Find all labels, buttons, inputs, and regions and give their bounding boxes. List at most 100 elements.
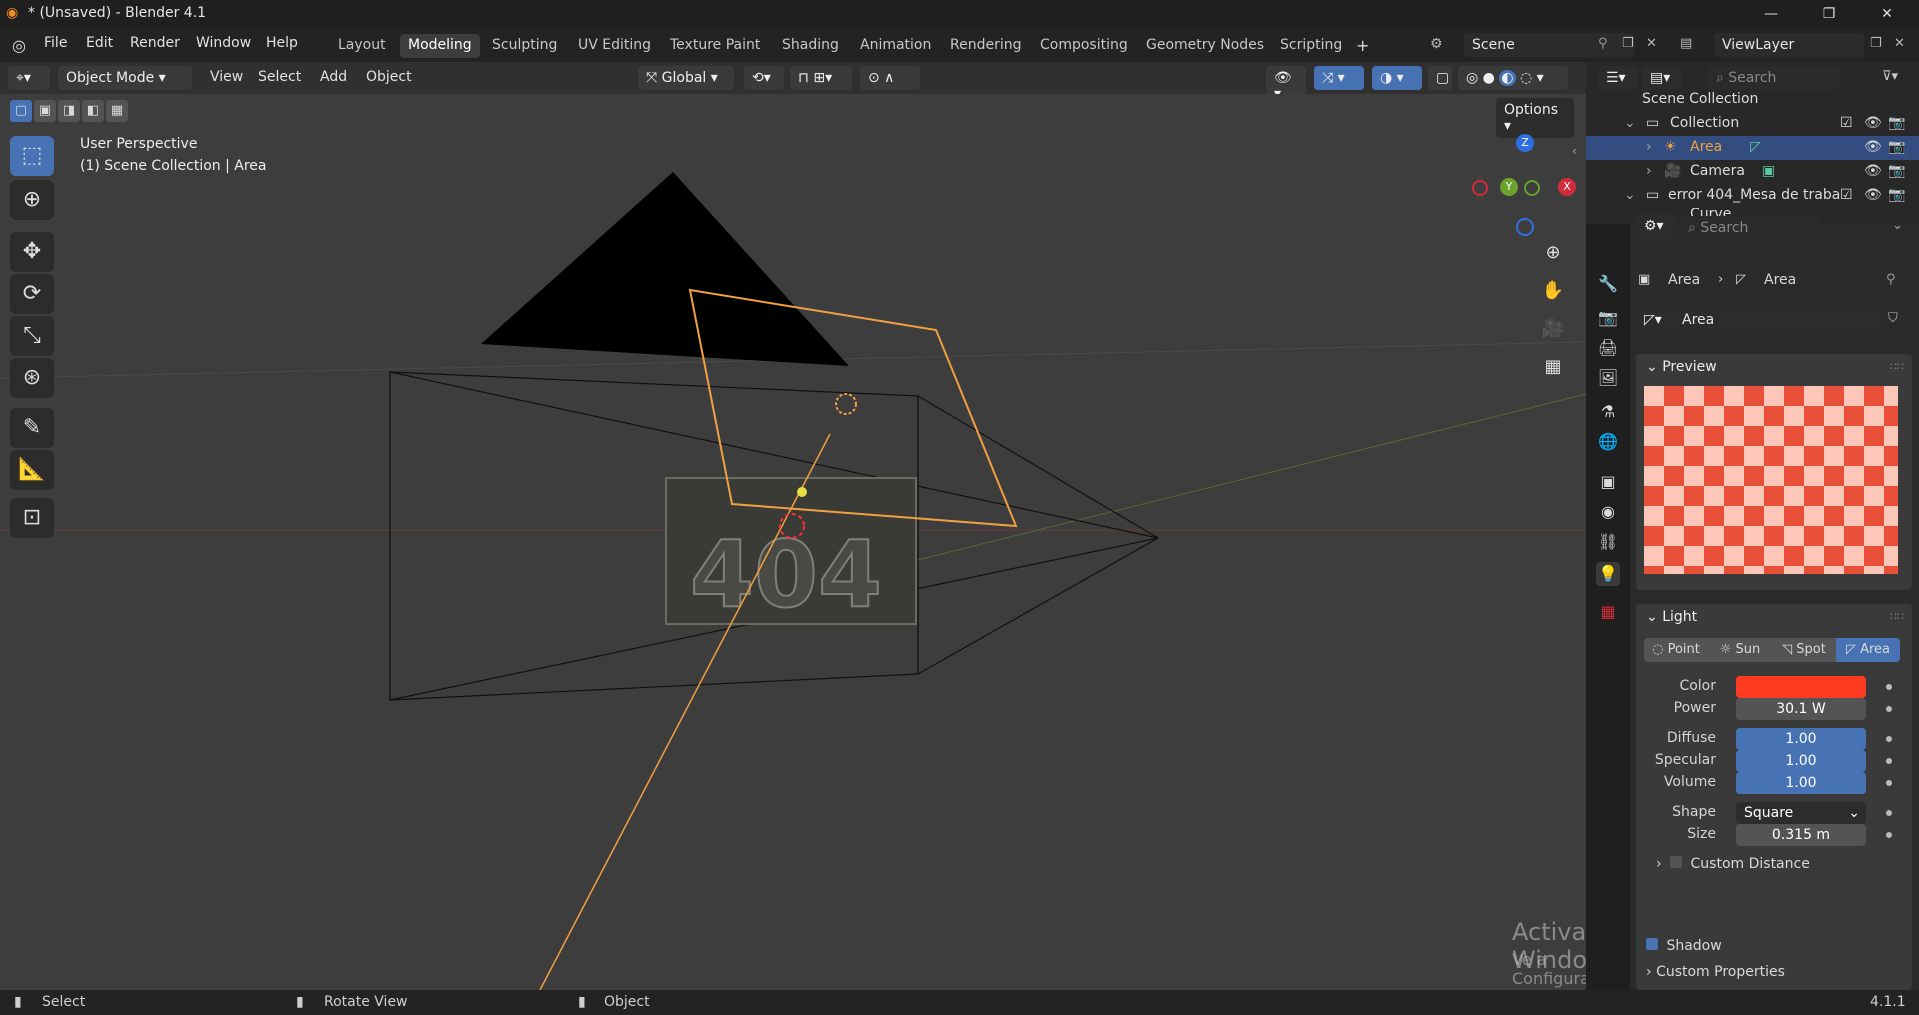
tab-compositing[interactable]: Compositing: [1032, 34, 1136, 58]
physics-tab-icon[interactable]: ◉: [1596, 500, 1620, 524]
scene-tab-icon[interactable]: ⚗: [1596, 400, 1620, 424]
z-axis-icon[interactable]: Z: [1516, 134, 1534, 152]
display-mode-icon[interactable]: ▤▾: [1642, 66, 1682, 90]
keyframe-dot-icon[interactable]: [1886, 780, 1892, 786]
world-tab-icon[interactable]: 🌐: [1596, 430, 1620, 454]
menu-edit[interactable]: Edit: [86, 35, 113, 51]
keyframe-dot-icon[interactable]: [1886, 758, 1892, 764]
delete-viewlayer-icon[interactable]: ✕: [1894, 36, 1905, 51]
checkbox-icon[interactable]: ☑: [1840, 187, 1853, 203]
transform-orientation-dropdown[interactable]: ⤧ Global ▾: [638, 66, 734, 90]
scene-name-field[interactable]: Scene: [1464, 33, 1634, 57]
menu-window[interactable]: Window: [196, 35, 251, 51]
camera-render-icon[interactable]: 📷: [1888, 163, 1905, 179]
volume-slider[interactable]: 1.00: [1736, 772, 1866, 794]
minimize-button[interactable]: —: [1748, 2, 1794, 26]
menu-file[interactable]: File: [44, 35, 67, 51]
keyframe-dot-icon[interactable]: [1886, 810, 1892, 816]
light-type-sun-button[interactable]: ☼ Sun: [1708, 638, 1772, 662]
keyframe-dot-icon[interactable]: [1886, 736, 1892, 742]
delete-scene-icon[interactable]: ✕: [1646, 36, 1657, 51]
neg-z-axis-icon[interactable]: [1516, 218, 1534, 236]
camera-render-icon[interactable]: 📷: [1888, 139, 1905, 155]
tool-tab-icon[interactable]: 🔧: [1596, 272, 1620, 296]
zoom-icon[interactable]: ⊕: [1536, 236, 1570, 270]
navigation-gizmo[interactable]: Z Y X: [1466, 134, 1576, 244]
chevron-right-icon[interactable]: ›: [1646, 163, 1652, 179]
custom-distance-checkbox[interactable]: [1670, 856, 1683, 868]
tab-shading[interactable]: Shading: [774, 34, 847, 58]
menu-add[interactable]: Add: [320, 69, 347, 85]
blender-menu-icon[interactable]: ◎: [12, 36, 26, 55]
3d-viewport[interactable]: 404 ▢ ▣ ◨ ◧ ▦ User Perspective (1) Scene…: [0, 94, 1586, 990]
keyframe-dot-icon[interactable]: [1886, 684, 1892, 690]
perspective-toggle-icon[interactable]: ▦: [1536, 350, 1570, 384]
tab-geometry-nodes[interactable]: Geometry Nodes: [1138, 34, 1272, 58]
editor-type-dropdown[interactable]: ⌖▾: [8, 66, 50, 90]
outliner-editor-type-icon[interactable]: ☰▾: [1598, 66, 1638, 90]
neg-y-axis-icon[interactable]: [1524, 180, 1540, 196]
select-box-tool-icon[interactable]: ⬚: [10, 136, 54, 176]
tab-texture-paint[interactable]: Texture Paint: [662, 34, 768, 58]
add-workspace-icon[interactable]: +: [1356, 36, 1369, 55]
render-tab-icon[interactable]: 📷: [1596, 306, 1620, 330]
keyframe-dot-icon[interactable]: [1886, 832, 1892, 838]
output-tab-icon[interactable]: 🖨: [1596, 336, 1620, 360]
viewlayer-selector-icon[interactable]: ▤: [1680, 36, 1692, 51]
light-type-point-button[interactable]: ◌ Point: [1644, 638, 1708, 662]
fake-user-shield-icon[interactable]: ⛉: [1888, 311, 1898, 326]
chevron-right-icon[interactable]: ›: [1646, 139, 1652, 155]
snap-dropdown[interactable]: ⊓ ⊞▾: [790, 66, 852, 90]
shadow-checkbox[interactable]: [1646, 938, 1658, 950]
menu-select[interactable]: Select: [258, 69, 301, 85]
rotate-tool-icon[interactable]: ⟳: [10, 274, 54, 314]
annotate-tool-icon[interactable]: ✎: [10, 408, 54, 448]
camera-render-icon[interactable]: 📷: [1888, 187, 1905, 203]
color-swatch[interactable]: [1736, 676, 1866, 698]
sidebar-toggle-icon[interactable]: ‹: [1572, 144, 1577, 158]
light-data-tab-icon[interactable]: 💡: [1596, 562, 1620, 586]
keyframe-dot-icon[interactable]: [1886, 706, 1892, 712]
outliner-row-scene-collection[interactable]: Scene Collection: [1586, 88, 1919, 112]
outliner-row-collection[interactable]: ⌄ ▭ Collection ☑ 👁 📷: [1586, 112, 1919, 136]
move-tool-icon[interactable]: ✥: [10, 232, 54, 272]
tab-layout[interactable]: Layout: [330, 34, 394, 58]
add-cube-tool-icon[interactable]: ⊡: [10, 498, 54, 538]
pin-icon[interactable]: ⚲: [1886, 272, 1896, 287]
menu-object[interactable]: Object: [366, 69, 412, 85]
tab-rendering[interactable]: Rendering: [942, 34, 1030, 58]
close-button[interactable]: ✕: [1864, 2, 1910, 26]
chevron-down-icon[interactable]: ⌄: [1624, 115, 1636, 131]
outliner-search-input[interactable]: ⌕ Search: [1708, 66, 1840, 90]
camera-view-icon[interactable]: 🎥: [1536, 312, 1570, 346]
select-intersect-icon[interactable]: ▦: [106, 100, 128, 122]
pin-scene-icon[interactable]: ⚲: [1598, 36, 1608, 51]
viewport-scene[interactable]: 404: [0, 94, 1586, 990]
x-axis-icon[interactable]: X: [1558, 178, 1576, 196]
power-field[interactable]: 30.1 W: [1736, 698, 1866, 720]
eye-icon[interactable]: 👁: [1864, 115, 1882, 131]
pivot-dropdown[interactable]: ⟲▾: [744, 66, 784, 90]
eye-icon[interactable]: 👁: [1864, 187, 1882, 203]
y-axis-icon[interactable]: Y: [1500, 178, 1518, 196]
constraints-tab-icon[interactable]: ⛓: [1596, 530, 1620, 554]
object-tab-icon[interactable]: ▣: [1596, 470, 1620, 494]
scene-selector-icon[interactable]: ⚙: [1430, 36, 1443, 52]
preview-panel-header[interactable]: ⌄ Preview: [1636, 354, 1912, 382]
specular-slider[interactable]: 1.00: [1736, 750, 1866, 772]
properties-options-icon[interactable]: ⌄: [1892, 218, 1903, 233]
cursor-tool-icon[interactable]: ⊕: [10, 180, 54, 220]
eye-icon[interactable]: 👁: [1864, 139, 1882, 155]
measure-tool-icon[interactable]: 📐: [10, 450, 54, 490]
texture-tab-icon[interactable]: ▦: [1596, 600, 1620, 624]
select-new-icon[interactable]: ▢: [10, 100, 32, 122]
select-subtract-icon[interactable]: ◨: [58, 100, 80, 122]
light-panel-header[interactable]: ⌄ Light: [1636, 604, 1912, 632]
drag-handle-icon[interactable]: ∷∷: [1890, 360, 1904, 373]
tab-sculpting[interactable]: Sculpting: [484, 34, 565, 58]
drag-handle-icon[interactable]: ∷∷: [1890, 610, 1904, 623]
properties-search-input[interactable]: ⌕ Search: [1680, 216, 1818, 240]
proportional-edit-dropdown[interactable]: ⊙ ∧: [860, 66, 920, 90]
scale-tool-icon[interactable]: ⤡: [10, 316, 54, 356]
diffuse-slider[interactable]: 1.00: [1736, 728, 1866, 750]
